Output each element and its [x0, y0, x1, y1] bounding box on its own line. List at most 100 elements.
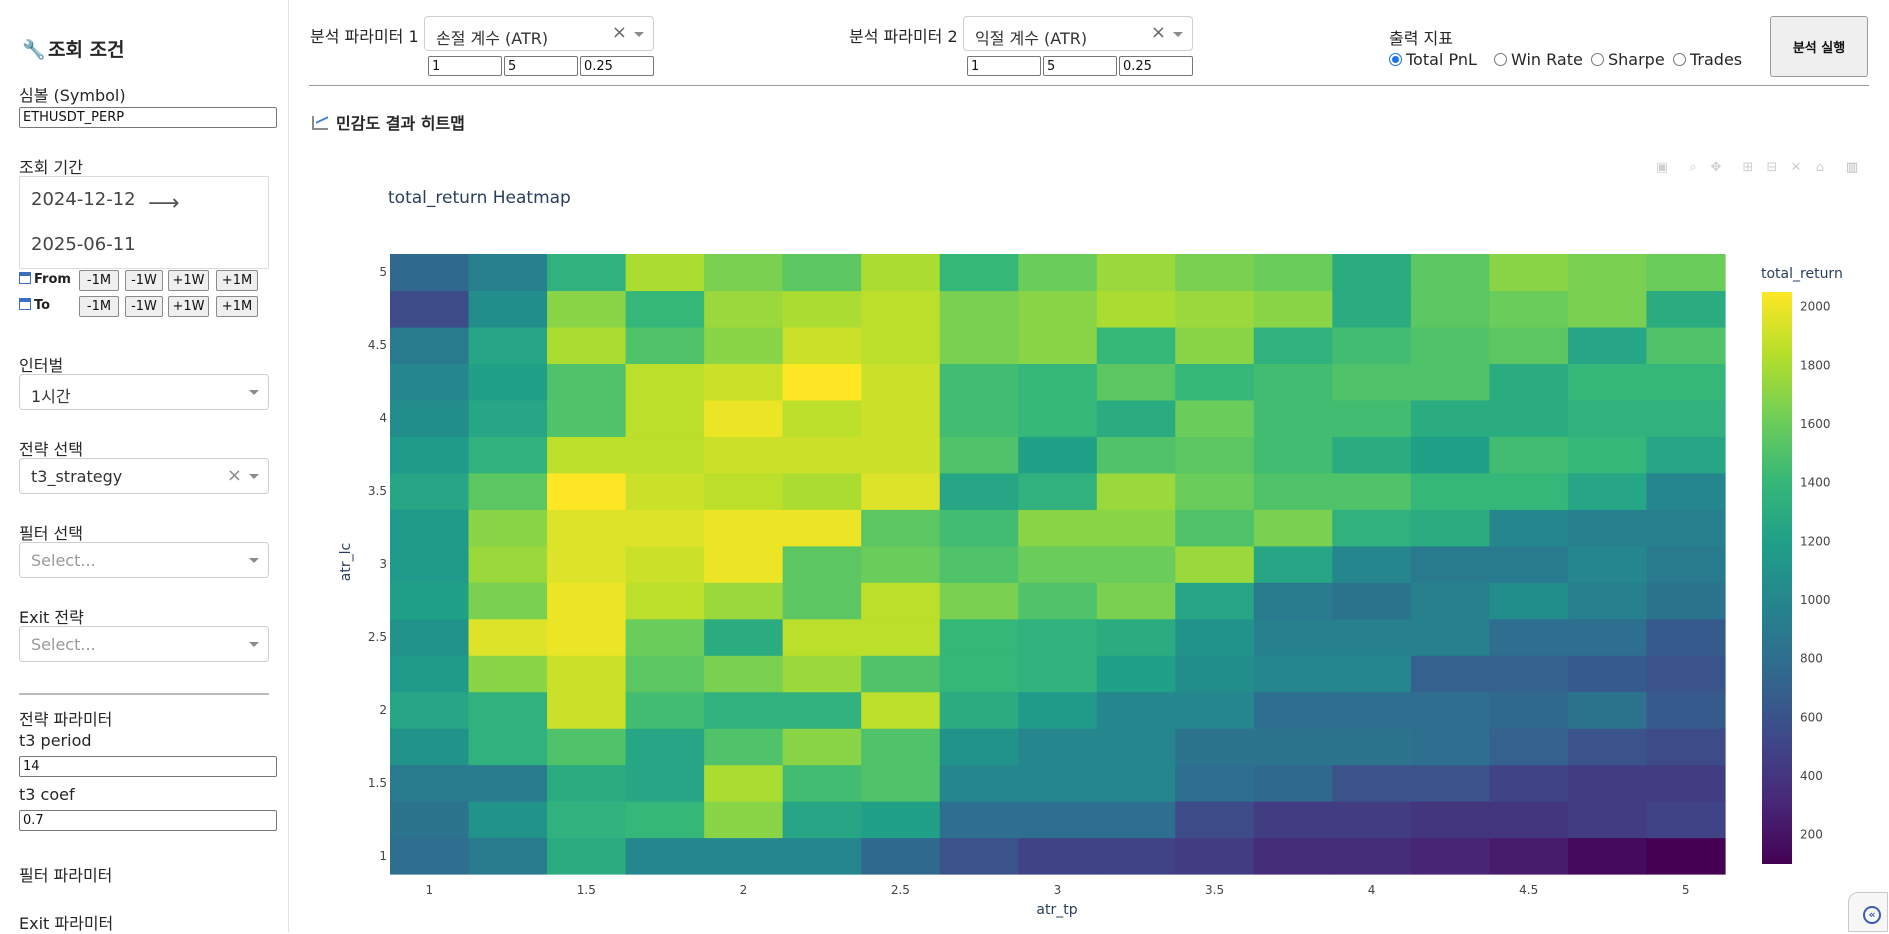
run-analysis-button[interactable]: 분석 실행 — [1770, 16, 1868, 77]
param2-step-input[interactable] — [1119, 56, 1193, 76]
zoom-out-icon[interactable]: ⊟ — [1764, 160, 1780, 176]
heatmap-cell — [1646, 837, 1726, 875]
heatmap-cell — [1567, 472, 1648, 510]
heatmap-cell — [1410, 728, 1491, 766]
from-minus-1w-button[interactable]: -1W — [125, 270, 163, 291]
y-tick-label: 3 — [379, 557, 387, 571]
to-label-text: To — [34, 298, 51, 313]
zoom-icon[interactable]: ⌕ — [1685, 160, 1701, 176]
heatmap-cell — [1253, 618, 1333, 656]
interval-dropdown[interactable]: 1시간 — [19, 374, 269, 410]
heatmap-cell — [704, 582, 784, 620]
radio-win-rate[interactable]: Win Rate — [1494, 50, 1583, 69]
heatmap-cell — [1018, 326, 1098, 365]
param1-max-input[interactable] — [504, 56, 578, 76]
heatmap-cell — [1567, 326, 1648, 365]
heatmap-cell — [1646, 655, 1726, 693]
heatmap-cell — [468, 801, 548, 839]
heatmap-cell — [390, 326, 470, 365]
param1-dropdown[interactable]: 손절 계수 (ATR) × — [424, 16, 654, 51]
clear-icon[interactable]: × — [1151, 22, 1166, 43]
radio-dot[interactable] — [1494, 53, 1507, 66]
from-plus-1m-button[interactable]: +1M — [216, 270, 258, 291]
t3-coef-input[interactable] — [19, 810, 277, 831]
heatmap-cell — [704, 472, 784, 510]
chevron-down-icon[interactable] — [1173, 32, 1183, 37]
y-tick-label: 2.5 — [368, 630, 387, 644]
chevron-down-icon[interactable] — [249, 474, 259, 479]
start-date-input[interactable]: 2024-12-12 — [31, 189, 136, 210]
param2-label: 분석 파라미터 2 — [849, 27, 958, 46]
heatmap-cell — [782, 290, 862, 328]
chevron-down-icon[interactable] — [249, 642, 259, 647]
clear-icon[interactable]: × — [227, 465, 242, 486]
y-axis-title: atr_lc — [338, 543, 354, 581]
heatmap-cell — [1175, 290, 1255, 328]
colorbar-tick-label: 1600 — [1800, 417, 1831, 431]
from-minus-1m-button[interactable]: -1M — [79, 270, 119, 291]
param1-step-input[interactable] — [580, 56, 654, 76]
chevron-down-icon[interactable] — [249, 558, 259, 563]
camera-icon[interactable]: ▣ — [1654, 160, 1670, 176]
radio-dot[interactable] — [1591, 53, 1604, 66]
clear-icon[interactable]: × — [612, 22, 627, 43]
heatmap-cell — [861, 436, 941, 474]
heatmap-cell — [1332, 509, 1412, 547]
heatmap-cell — [1567, 728, 1648, 766]
end-date-input[interactable]: 2025-06-11 — [31, 234, 136, 255]
heatmap-cell — [390, 837, 470, 875]
heatmap-cell — [704, 728, 784, 766]
heatmap-cell — [704, 326, 784, 365]
heatmap-cell — [390, 509, 470, 547]
radio-dot[interactable] — [1673, 53, 1686, 66]
to-plus-1m-button[interactable]: +1M — [216, 296, 258, 317]
filter-dropdown[interactable]: Select... — [19, 542, 269, 578]
heatmap-cell — [1018, 363, 1098, 401]
param2-min-input[interactable] — [967, 56, 1041, 76]
from-plus-1w-button[interactable]: +1W — [168, 270, 209, 291]
radio-sharpe[interactable]: Sharpe — [1591, 50, 1665, 69]
param2-dropdown[interactable]: 익절 계수 (ATR) × — [963, 16, 1193, 51]
exit-strategy-dropdown[interactable]: Select... — [19, 626, 269, 662]
autoscale-icon[interactable]: ✕ — [1788, 160, 1804, 176]
radio-total-pnl[interactable]: Total PnL — [1389, 50, 1477, 69]
heatmap-cell — [939, 436, 1019, 474]
heatmap-cell — [625, 655, 705, 693]
to-plus-1w-button[interactable]: +1W — [168, 296, 209, 317]
exit-strategy-label: Exit 전략 — [19, 608, 84, 627]
heatmap-cell — [1489, 254, 1569, 292]
to-minus-1w-button[interactable]: -1W — [125, 296, 163, 317]
heatmap-cell — [782, 801, 862, 839]
home-icon[interactable]: ⌂ — [1812, 160, 1828, 176]
heatmap-cell — [861, 363, 941, 401]
zoom-in-icon[interactable]: ⊞ — [1740, 160, 1756, 176]
heatmap-cell — [390, 545, 470, 583]
x-axis-title: atr_tp — [1036, 902, 1077, 918]
heatmap-cell — [468, 290, 548, 328]
heatmap-cell — [1567, 363, 1648, 401]
strategy-dropdown[interactable]: t3_strategy × — [19, 458, 269, 494]
exit-params-label: Exit 파라미터 — [19, 914, 114, 933]
symbol-label: 심볼 (Symbol) — [19, 86, 126, 105]
date-range-picker[interactable]: 2024-12-12 ⟶ 2025-06-11 — [19, 176, 269, 269]
arrow-right-icon: ⟶ — [148, 191, 180, 216]
sidebar-collapse-button[interactable]: « — [1848, 892, 1888, 932]
heatmap-cell — [782, 399, 862, 437]
to-minus-1m-button[interactable]: -1M — [79, 296, 119, 317]
heatmap-cell — [1175, 691, 1255, 729]
chevron-down-icon[interactable] — [249, 390, 259, 395]
symbol-input[interactable] — [19, 107, 277, 128]
plotly-logo-icon[interactable]: ▥ — [1844, 160, 1860, 176]
heatmap-cell — [468, 363, 548, 401]
heatmap-cell — [1175, 254, 1255, 292]
t3-period-input[interactable] — [19, 756, 277, 777]
param2-max-input[interactable] — [1043, 56, 1117, 76]
heatmap-cell — [1646, 399, 1726, 437]
radio-dot[interactable] — [1389, 53, 1402, 66]
pan-icon[interactable]: ✥ — [1708, 160, 1724, 176]
heatmap-cell — [1096, 764, 1176, 802]
radio-trades[interactable]: Trades — [1673, 50, 1742, 69]
heatmap-cell — [1410, 326, 1491, 365]
param1-min-input[interactable] — [428, 56, 502, 76]
chevron-down-icon[interactable] — [634, 32, 644, 37]
